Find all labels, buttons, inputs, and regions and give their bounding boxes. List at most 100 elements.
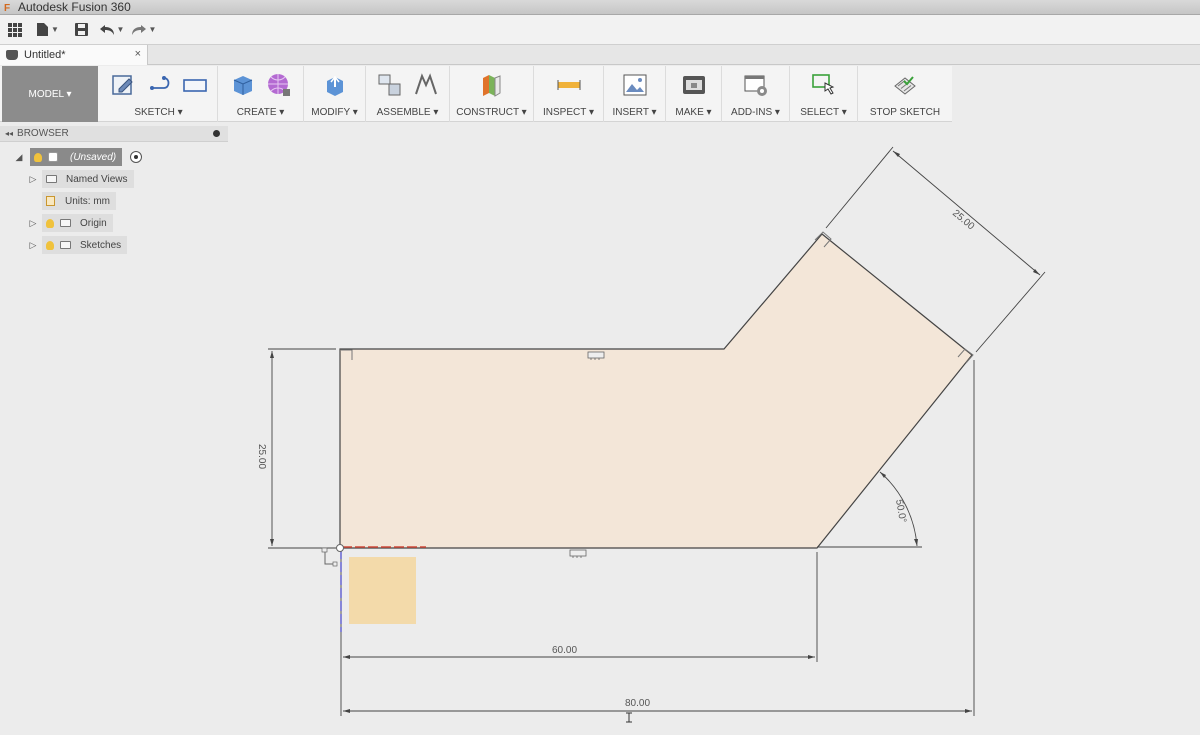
folder-icon [60,219,71,227]
select-group: SELECT ▾ [790,66,858,122]
dimension-angled-width-label: 25.00 [950,208,977,233]
document-tab-title: Untitled* [24,49,66,61]
text-cursor-icon [626,712,632,723]
construct-menu[interactable]: CONSTRUCT ▾ [450,107,533,118]
insert-image-icon[interactable] [622,72,648,98]
addins-group: ADD-INS ▾ [722,66,790,122]
measure-icon[interactable] [556,72,582,98]
browser-item-origin[interactable]: ▷ Origin [28,214,113,232]
origin-plane-indicator [349,557,416,624]
root-pill: (Unsaved) [30,148,123,166]
inspect-group: INSPECT ▾ [534,66,604,122]
undo-button[interactable]: ▼ [96,18,128,42]
create-sketch-icon[interactable] [110,72,136,98]
horizontal-constraint-icon[interactable] [569,549,587,558]
dimension-height-left[interactable]: 25.00 [256,348,336,549]
close-tab-icon[interactable]: × [135,48,141,60]
fusion-logo-icon: F [4,2,11,14]
sketches-pill: Sketches [42,236,128,254]
browser-item-named-views[interactable]: ▷ Named Views [28,170,134,188]
visibility-bulb-icon[interactable] [34,152,42,162]
form-sphere-icon[interactable] [266,72,292,98]
stop-sketch-group: STOP SKETCH [858,66,952,122]
dimension-height-left-label: 25.00 [256,444,267,469]
named-views-label: Named Views [66,173,128,185]
activate-radio-icon[interactable] [130,151,143,163]
construct-group: CONSTRUCT ▾ [450,66,534,122]
joint-icon[interactable] [413,72,439,98]
insert-group: INSERT ▾ [604,66,666,122]
sketch-group: SKETCH ▾ [100,66,218,122]
units-icon [46,196,55,206]
root-label: (Unsaved) [70,151,117,163]
file-menu-button[interactable]: ▼ [30,18,66,42]
origin-pill: Origin [42,214,113,232]
browser-item-units[interactable]: Units: mm [42,192,116,210]
folder-icon [46,175,57,183]
sketch-origin-point[interactable] [336,544,344,552]
document-tab-bar: Untitled* × [0,45,1200,65]
redo-icon [131,24,146,35]
browser-root-item[interactable]: ◢ (Unsaved) [14,148,143,166]
main-toolbar: MODEL ▾ SKETCH ▾ CREATE ▾ MODIFY ▾ ASSEM… [0,66,952,122]
new-component-icon[interactable] [377,72,403,98]
folder-icon [60,241,71,249]
create-menu[interactable]: CREATE ▾ [218,107,303,118]
modify-menu[interactable]: MODIFY ▾ [304,107,365,118]
addins-menu[interactable]: ADD-INS ▾ [722,107,789,118]
press-pull-icon[interactable] [322,72,348,98]
box-icon[interactable] [230,72,256,98]
inspect-menu[interactable]: INSPECT ▾ [534,107,603,118]
assemble-menu[interactable]: ASSEMBLE ▾ [366,107,449,118]
insert-menu[interactable]: INSERT ▾ [604,107,665,118]
dimension-width-bottom-label: 60.00 [552,645,577,656]
create-group: CREATE ▾ [218,66,304,122]
expand-named-views-icon[interactable]: ▷ [28,174,38,185]
browser-pin-icon[interactable] [213,130,220,137]
title-bar: F Autodesk Fusion 360 [0,0,1200,15]
sketch-profile[interactable] [339,233,973,549]
quick-access-bar: ▼ ▼ ▼ [0,15,1200,45]
document-tab[interactable]: Untitled* × [0,45,148,65]
visibility-bulb-icon[interactable] [46,218,54,228]
units-label: Units: mm [65,195,110,207]
make-menu[interactable]: MAKE ▾ [666,107,721,118]
expand-origin-icon[interactable]: ▷ [28,218,38,229]
undo-icon [99,24,114,35]
collapse-browser-icon[interactable]: ◂◂ [5,129,13,138]
dimension-width-total-label: 80.00 [625,698,650,709]
app-grid-icon[interactable] [0,18,30,42]
save-button[interactable] [66,18,96,42]
3d-print-icon[interactable] [681,72,707,98]
sketch-menu[interactable]: SKETCH ▾ [100,107,217,118]
assemble-group: ASSEMBLE ▾ [366,66,450,122]
origin-fixed-icon [321,547,338,567]
expand-sketches-icon[interactable]: ▷ [28,240,38,251]
sketches-label: Sketches [80,239,122,251]
dimension-angle-label: 50.0° [893,499,908,524]
scripts-addins-icon[interactable] [743,72,769,98]
select-menu[interactable]: SELECT ▾ [790,107,857,118]
redo-button[interactable]: ▼ [128,18,160,42]
visibility-bulb-icon[interactable] [46,240,54,250]
stop-sketch-button[interactable]: STOP SKETCH [858,107,952,118]
save-icon [74,23,88,36]
line-tool-icon[interactable] [146,72,172,98]
make-group: MAKE ▾ [666,66,722,122]
named-views-pill: Named Views [42,170,134,188]
browser-item-sketches[interactable]: ▷ Sketches [28,236,128,254]
expand-root-icon[interactable]: ◢ [14,152,24,163]
browser-title: BROWSER [17,128,69,139]
select-icon[interactable] [811,72,837,98]
rectangle-tool-icon[interactable] [182,72,208,98]
units-pill: Units: mm [42,192,116,210]
workspace-switcher[interactable]: MODEL ▾ [2,66,98,122]
component-icon [6,50,18,60]
stop-sketch-icon[interactable] [892,72,918,98]
dimension-width-bottom[interactable]: 60.00 [340,552,818,662]
root-component-icon [48,152,58,162]
file-icon [37,23,49,36]
browser-header: ◂◂ BROWSER [0,126,228,142]
offset-plane-icon[interactable] [479,72,505,98]
modify-group: MODIFY ▾ [304,66,366,122]
